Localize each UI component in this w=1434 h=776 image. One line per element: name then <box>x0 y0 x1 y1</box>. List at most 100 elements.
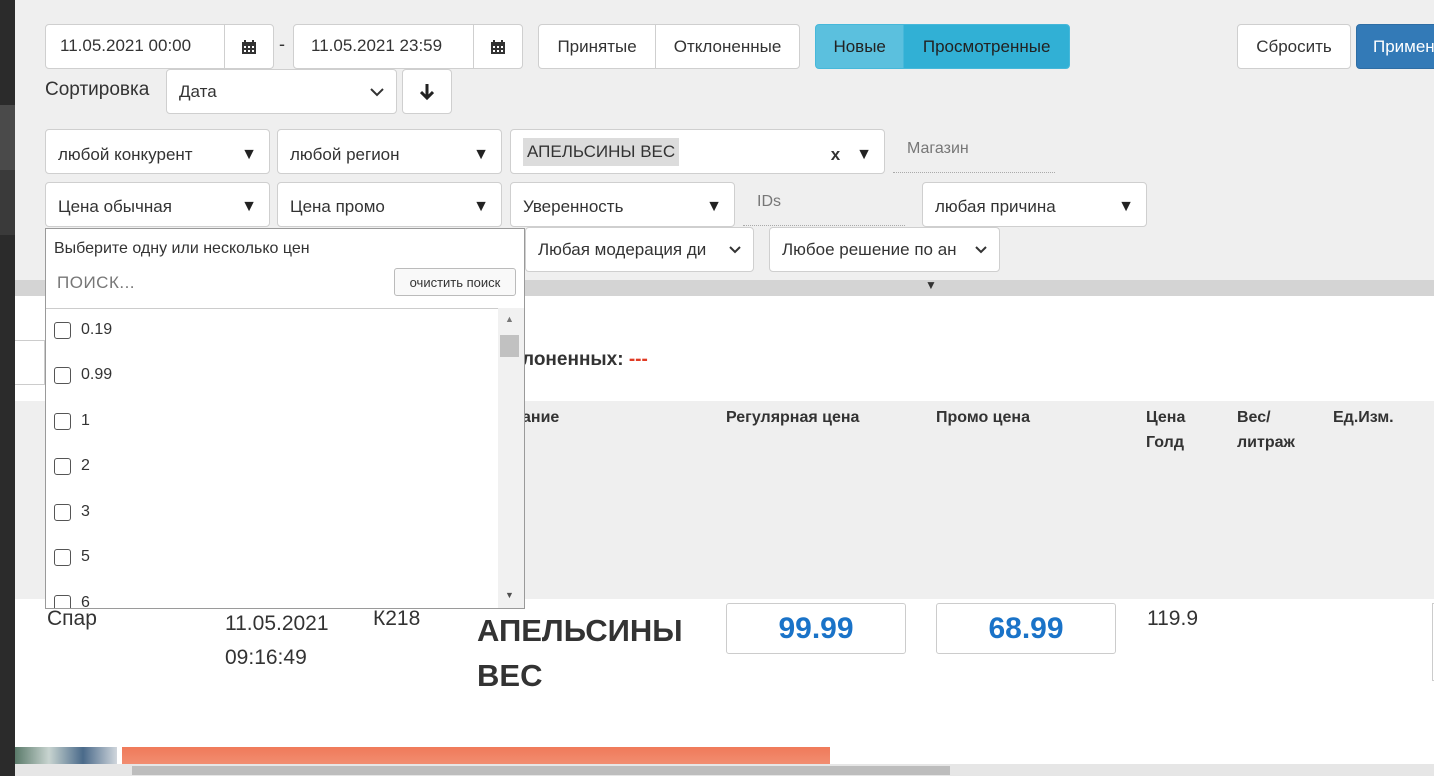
row-code: К218 <box>373 607 421 630</box>
accepted-button[interactable]: Принятые <box>539 25 655 68</box>
rejected-count-text: лоненных: <box>522 349 624 370</box>
header-unit: Ед.Изм. <box>1333 409 1394 426</box>
seen-button[interactable]: Просмотренные <box>903 25 1069 68</box>
regular-price-select[interactable]: Цена обычная ▼ <box>45 182 270 227</box>
dropdown-scrollbar[interactable]: ▲ ▼ <box>498 308 524 608</box>
sidebar-segment <box>0 105 15 170</box>
dropdown-option[interactable]: 3 <box>54 503 90 521</box>
option-label: 2 <box>81 457 90 474</box>
sort-select-value: Дата <box>179 81 217 101</box>
dropdown-option[interactable]: 1 <box>54 412 90 430</box>
dropdown-triangle-icon: ▼ <box>856 145 872 163</box>
competitor-select-value: любой конкурент <box>58 144 193 164</box>
chevron-down-icon <box>729 245 741 253</box>
region-select-value: любой регион <box>290 144 400 164</box>
dropdown-options-list: 0.19 0.99 1 2 3 5 6 <box>46 308 498 608</box>
rejected-button[interactable]: Отклоненные <box>655 25 799 68</box>
row-product-name-line2: ВЕС <box>477 658 543 693</box>
header-gold-line2: Голд <box>1146 434 1184 451</box>
dropdown-triangle-icon: ▼ <box>473 198 489 215</box>
option-label: 0.19 <box>81 321 113 338</box>
calendar-icon <box>242 39 256 54</box>
dropdown-triangle-icon: ▼ <box>1118 198 1134 215</box>
row-regular-price[interactable]: 99.99 <box>726 603 906 654</box>
checkbox[interactable] <box>54 412 71 430</box>
region-select[interactable]: любой регион ▼ <box>277 129 502 174</box>
row-time: 09:16:49 <box>225 646 307 669</box>
checkbox[interactable] <box>54 548 71 566</box>
row-datetime: 11.05.2021 09:16:49 <box>225 607 329 675</box>
product-tag: АПЕЛЬСИНЫ ВЕС <box>523 137 680 166</box>
row-product-name-line1: АПЕЛЬСИНЫ <box>477 613 683 648</box>
competitor-select[interactable]: любой конкурент ▼ <box>45 129 270 174</box>
header-regular-price: Регулярная цена <box>726 409 860 426</box>
checkbox[interactable] <box>54 503 71 521</box>
dropdown-option[interactable]: 5 <box>54 548 90 566</box>
checkbox[interactable] <box>54 594 71 608</box>
option-label: 0.99 <box>81 366 113 383</box>
horizontal-scrollbar[interactable] <box>15 764 1434 776</box>
dropdown-scrollbar-thumb[interactable] <box>500 335 519 357</box>
dropdown-triangle-icon: ▼ <box>241 145 257 163</box>
sort-direction-button[interactable] <box>402 69 452 114</box>
dropdown-triangle-icon: ▼ <box>473 145 489 163</box>
option-label: 1 <box>81 412 90 429</box>
new-button[interactable]: Новые <box>816 25 903 68</box>
moderation-select[interactable]: Любая модерация ди <box>525 227 754 272</box>
promo-price-select-value: Цена промо <box>290 197 385 216</box>
dropdown-triangle-icon: ▼ <box>706 198 722 215</box>
horizontal-scrollbar-thumb[interactable] <box>132 766 950 775</box>
calendar-to-button[interactable] <box>473 24 523 69</box>
chevron-down-icon <box>370 87 384 96</box>
shop-input[interactable]: Магазин <box>893 137 1055 173</box>
calendar-from-button[interactable] <box>224 24 274 69</box>
dropdown-triangle-icon: ▼ <box>241 198 257 215</box>
side-input-stub[interactable] <box>15 340 45 385</box>
checkbox[interactable] <box>54 457 71 475</box>
reason-select[interactable]: любая причина ▼ <box>922 182 1147 227</box>
date-to-input[interactable]: 11.05.2021 23:59 <box>293 24 474 69</box>
scroll-up-arrow-icon[interactable]: ▲ <box>505 314 514 324</box>
price-multiselect-dropdown: Выберите одну или несколько цен ПОИСК...… <box>45 228 525 609</box>
moderation-select-value: Любая модерация ди <box>538 239 707 259</box>
sidebar-segment <box>0 170 15 235</box>
confidence-select[interactable]: Уверенность ▼ <box>510 182 735 227</box>
date-from-input[interactable]: 11.05.2021 00:00 <box>45 24 225 69</box>
dropdown-option[interactable]: 6 <box>54 594 90 608</box>
checkbox[interactable] <box>54 321 71 339</box>
row-promo-price[interactable]: 68.99 <box>936 603 1116 654</box>
sort-select[interactable]: Дата <box>166 69 397 114</box>
dropdown-option[interactable]: 0.99 <box>54 366 112 384</box>
confidence-select-value: Уверенность <box>523 197 624 216</box>
dropdown-option[interactable]: 2 <box>54 457 90 475</box>
date-separator: - <box>279 34 285 54</box>
dropdown-option[interactable]: 0.19 <box>54 321 112 339</box>
product-select[interactable]: АПЕЛЬСИНЫ ВЕС x ▼ <box>510 129 885 174</box>
status-toggle-group: Принятые Отклоненные <box>538 24 800 69</box>
checkbox[interactable] <box>54 366 71 384</box>
scroll-down-arrow-icon[interactable]: ▼ <box>505 590 514 600</box>
option-label: 6 <box>81 594 90 608</box>
regular-price-select-value: Цена обычная <box>58 197 172 216</box>
product-clear-button[interactable]: x <box>831 145 840 165</box>
header-promo-price: Промо цена <box>936 409 1030 426</box>
option-label: 3 <box>81 503 90 520</box>
clear-search-button[interactable]: очистить поиск <box>394 268 516 296</box>
collapse-triangle-icon: ▼ <box>925 278 937 292</box>
ids-input[interactable]: IDs <box>743 190 905 226</box>
dropdown-title: Выберите одну или несколько цен <box>54 240 310 257</box>
calendar-icon <box>491 39 505 54</box>
rejected-count-label: лоненных: --- <box>522 349 648 371</box>
row-store: Спар <box>47 607 97 630</box>
apply-button[interactable]: Примен <box>1356 24 1434 69</box>
promo-price-select[interactable]: Цена промо ▼ <box>277 182 502 227</box>
header-weight: Вес/ литраж <box>1237 405 1295 455</box>
header-weight-line1: Вес/ <box>1237 409 1271 426</box>
reset-button[interactable]: Сбросить <box>1237 24 1351 69</box>
arrow-down-icon <box>420 83 434 100</box>
header-name: ание <box>522 409 560 426</box>
dropdown-search-input[interactable]: ПОИСК... <box>57 273 135 293</box>
decision-select[interactable]: Любое решение по ан <box>769 227 1000 272</box>
header-gold-price: Цена Голд <box>1146 405 1185 455</box>
rejected-count-value: --- <box>628 349 648 370</box>
